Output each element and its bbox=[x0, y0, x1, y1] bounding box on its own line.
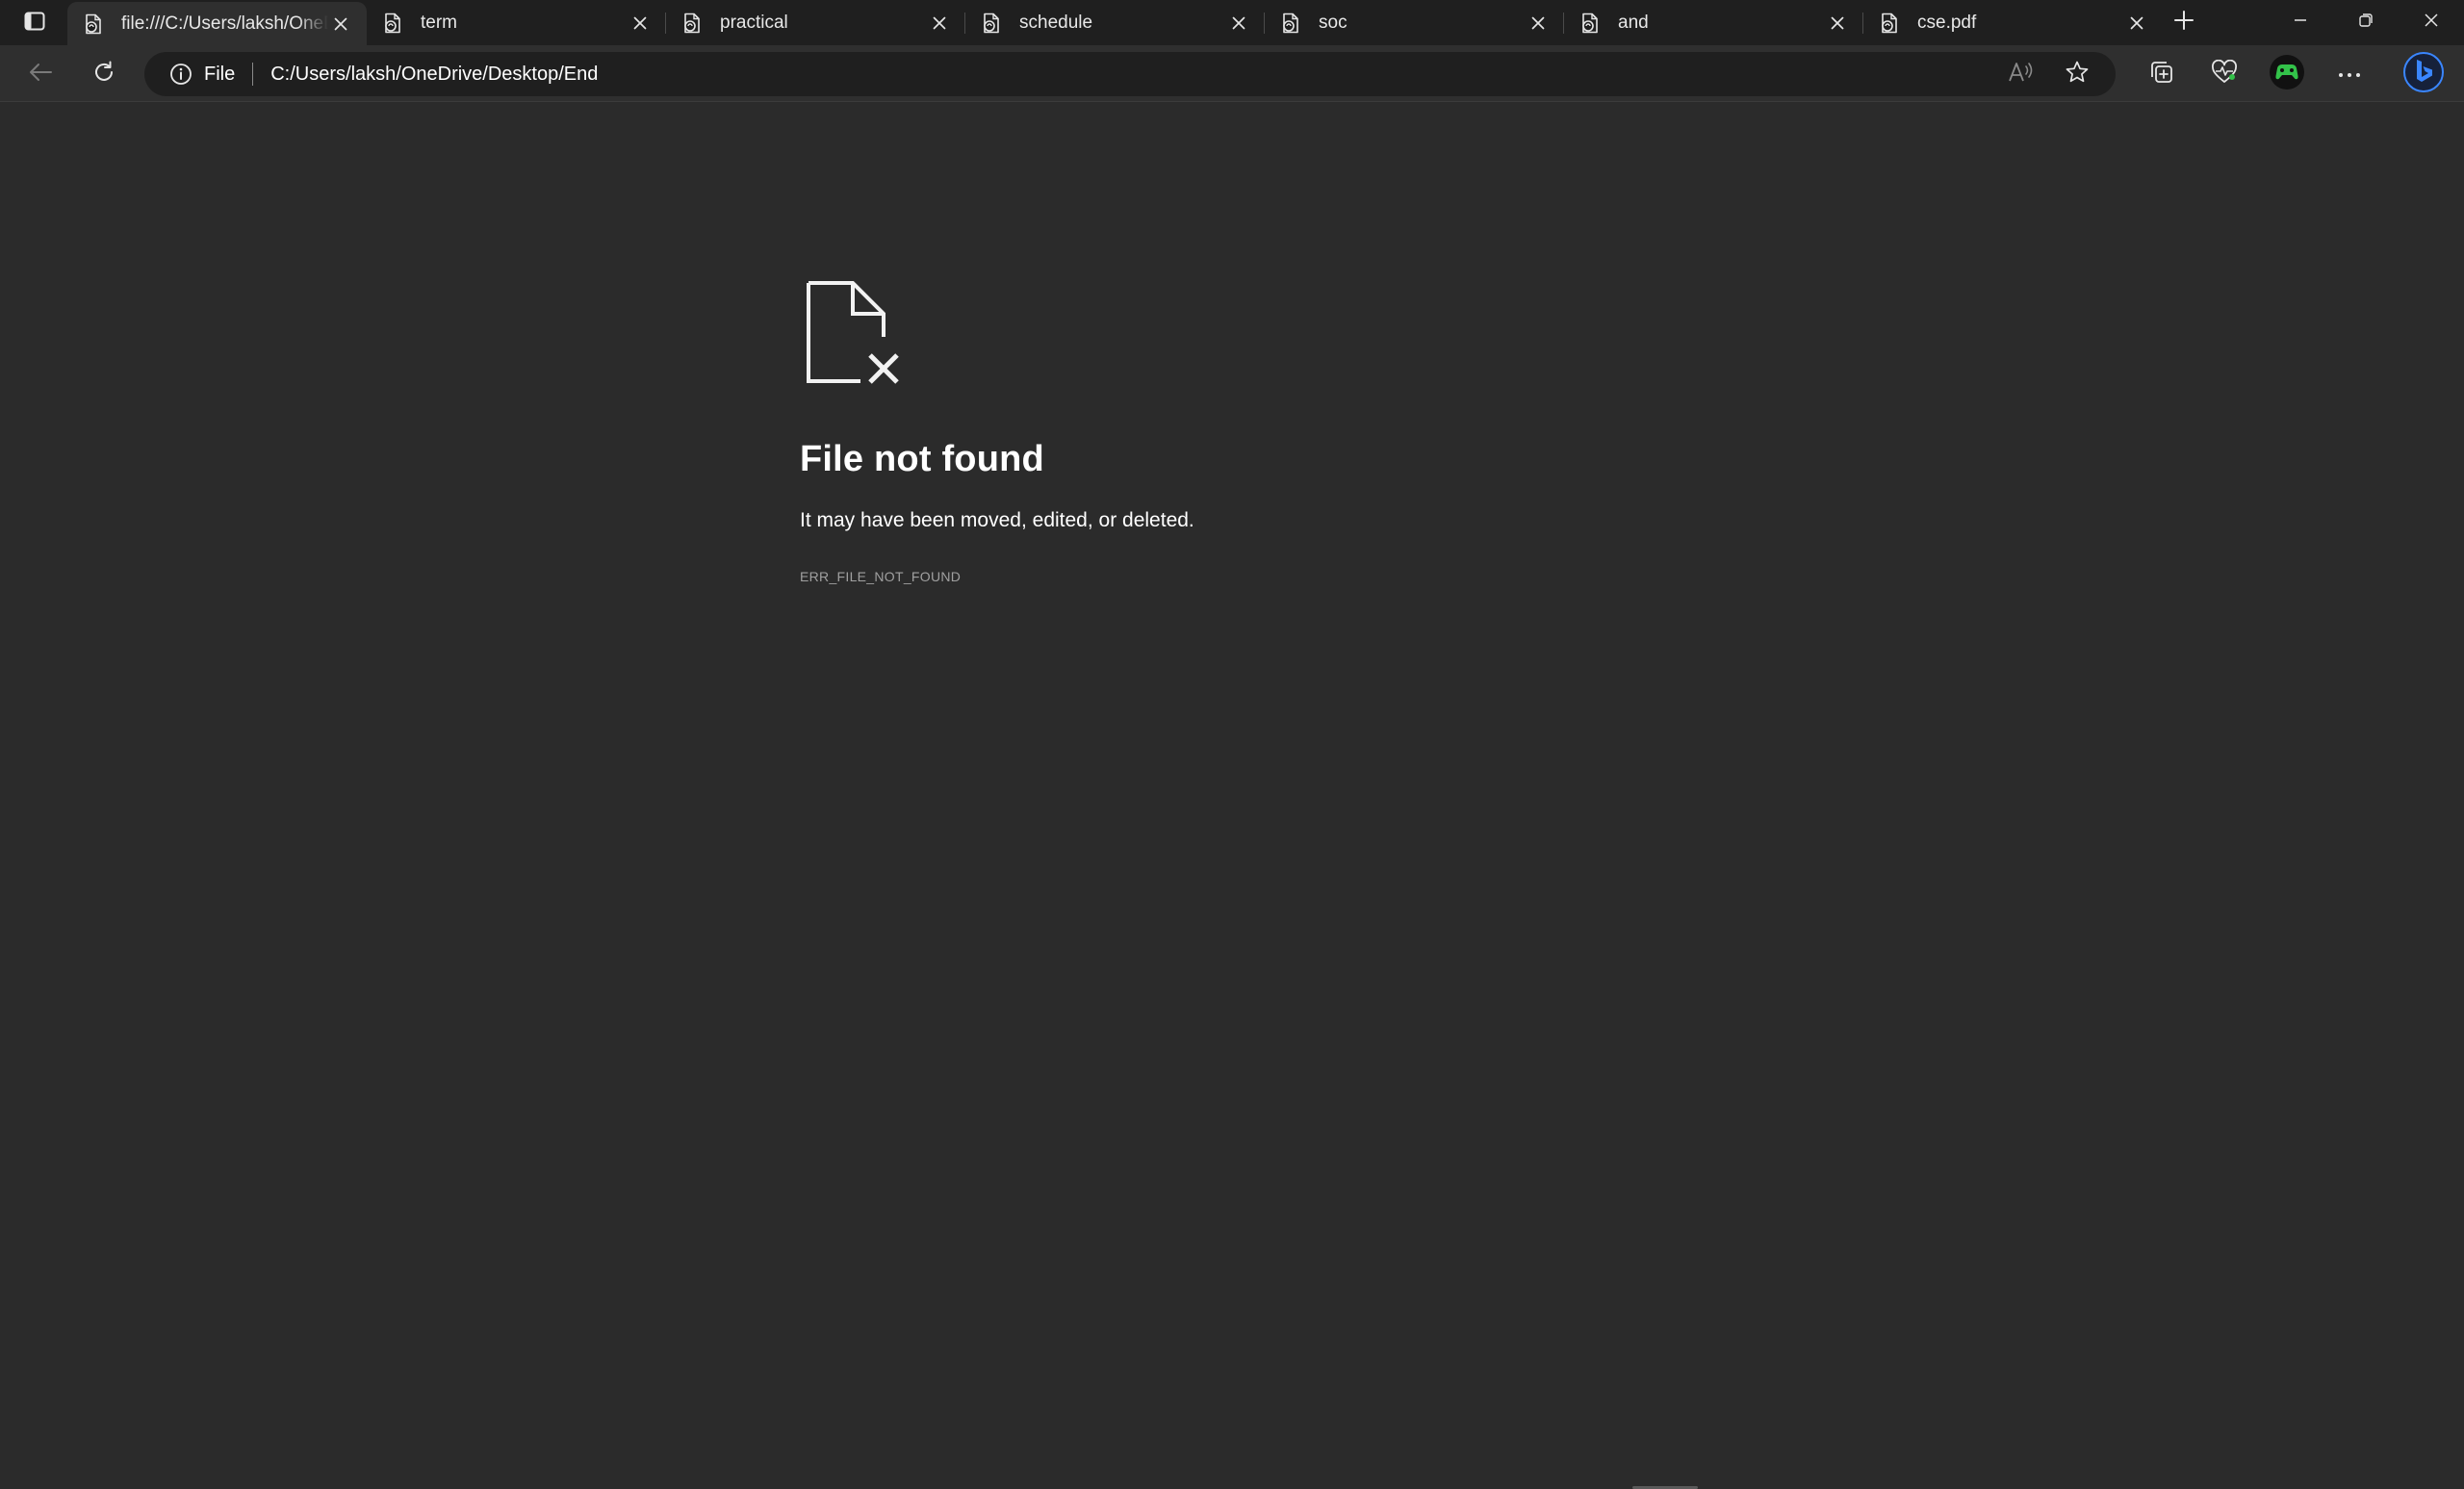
bing-icon bbox=[2402, 51, 2445, 98]
more-options-button[interactable] bbox=[2328, 53, 2371, 95]
new-tab-button[interactable] bbox=[2168, 8, 2200, 37]
tab-1[interactable]: term bbox=[367, 0, 666, 45]
site-info-button[interactable]: File bbox=[144, 52, 235, 96]
tab-close-button[interactable] bbox=[1526, 11, 1551, 36]
error-description: It may have been moved, edited, or delet… bbox=[800, 509, 1194, 531]
close-icon bbox=[933, 16, 946, 29]
close-icon bbox=[1531, 16, 1545, 29]
pdf-document-icon bbox=[382, 13, 403, 34]
favorite-button[interactable] bbox=[2058, 55, 2096, 93]
performance-button[interactable] bbox=[2203, 53, 2246, 95]
tab-6[interactable]: cse.pdf bbox=[1863, 0, 2163, 45]
refresh-button[interactable] bbox=[85, 55, 123, 93]
tab-2[interactable]: practical bbox=[666, 0, 965, 45]
site-info-label: File bbox=[204, 63, 236, 85]
copilot-button[interactable] bbox=[2401, 51, 2446, 98]
heart-pulse-icon bbox=[2211, 59, 2238, 90]
refresh-icon bbox=[91, 60, 116, 90]
tab-actions-button[interactable] bbox=[17, 10, 52, 37]
tab-close-button[interactable] bbox=[628, 11, 653, 36]
tab-4[interactable]: soc bbox=[1265, 0, 1564, 45]
plus-icon bbox=[2173, 10, 2194, 36]
restore-button[interactable] bbox=[2333, 0, 2399, 45]
ellipsis-icon bbox=[2338, 65, 2361, 83]
browser-tools bbox=[2141, 52, 2391, 96]
window-controls bbox=[2268, 0, 2464, 45]
error-code: ERR_FILE_NOT_FOUND bbox=[800, 569, 962, 584]
close-icon bbox=[633, 16, 647, 29]
tab-title: cse.pdf bbox=[1917, 12, 1977, 33]
tab-close-button[interactable] bbox=[1825, 11, 1850, 36]
tab-strip: file:///C:/Users/laksh/OneDrive/Desktop/… bbox=[0, 0, 2464, 45]
minimize-icon bbox=[2293, 13, 2308, 33]
tab-0[interactable]: file:///C:/Users/laksh/OneDrive/Desktop/… bbox=[67, 2, 367, 45]
tab-close-button[interactable] bbox=[328, 12, 353, 37]
restore-icon bbox=[2358, 13, 2374, 33]
star-icon bbox=[2065, 60, 2090, 90]
close-window-button[interactable] bbox=[2399, 0, 2464, 45]
address-bar[interactable]: File C:/Users/laksh/OneDrive/Desktop/End bbox=[144, 52, 2116, 96]
pdf-document-icon bbox=[83, 13, 104, 35]
close-icon bbox=[2424, 13, 2439, 33]
collections-button[interactable] bbox=[2141, 53, 2183, 95]
tab-close-button[interactable] bbox=[927, 11, 952, 36]
minimize-button[interactable] bbox=[2268, 0, 2333, 45]
pdf-document-icon bbox=[1280, 13, 1301, 34]
tab-close-button[interactable] bbox=[1226, 11, 1251, 36]
error-container: File not found It may have been moved, e… bbox=[800, 279, 1666, 584]
close-icon bbox=[1232, 16, 1245, 29]
collections-icon bbox=[2149, 60, 2174, 90]
tab-5[interactable]: and bbox=[1564, 0, 1863, 45]
pdf-document-icon bbox=[1879, 13, 1900, 34]
gamepad-icon bbox=[2269, 54, 2305, 95]
tab-title: file:///C:/Users/laksh/OneDrive/Desktop/… bbox=[121, 13, 328, 34]
page-content: File not found It may have been moved, e… bbox=[0, 103, 2464, 1489]
close-icon bbox=[1831, 16, 1844, 29]
tab-title: term bbox=[421, 12, 457, 33]
back-button[interactable] bbox=[21, 55, 60, 93]
info-icon bbox=[169, 63, 192, 86]
tab-title: and bbox=[1618, 12, 1649, 33]
tab-title: soc bbox=[1319, 12, 1348, 33]
close-icon bbox=[2130, 16, 2143, 29]
close-icon bbox=[334, 17, 347, 30]
pdf-document-icon bbox=[1579, 13, 1601, 34]
tab-close-button[interactable] bbox=[2124, 11, 2149, 36]
tab-title: practical bbox=[720, 12, 788, 33]
tab-actions-icon bbox=[24, 12, 45, 36]
back-arrow-icon bbox=[28, 62, 53, 88]
error-title: File not found bbox=[800, 439, 1044, 479]
tab-list: file:///C:/Users/laksh/OneDrive/Desktop/… bbox=[67, 0, 2163, 45]
address-bar-actions bbox=[1983, 52, 2116, 96]
extension-button[interactable] bbox=[2266, 53, 2308, 95]
read-aloud-icon bbox=[2008, 61, 2033, 89]
url-text[interactable]: C:/Users/laksh/OneDrive/Desktop/End bbox=[270, 64, 1983, 86]
read-aloud-button[interactable] bbox=[2001, 55, 2040, 93]
pdf-document-icon bbox=[681, 13, 703, 34]
pdf-document-icon bbox=[981, 13, 1002, 34]
file-missing-icon bbox=[800, 279, 906, 385]
navigation-toolbar: File C:/Users/laksh/OneDrive/Desktop/End bbox=[0, 45, 2464, 102]
tab-3[interactable]: schedule bbox=[965, 0, 1265, 45]
address-separator bbox=[252, 63, 254, 86]
tab-title: schedule bbox=[1019, 12, 1093, 33]
